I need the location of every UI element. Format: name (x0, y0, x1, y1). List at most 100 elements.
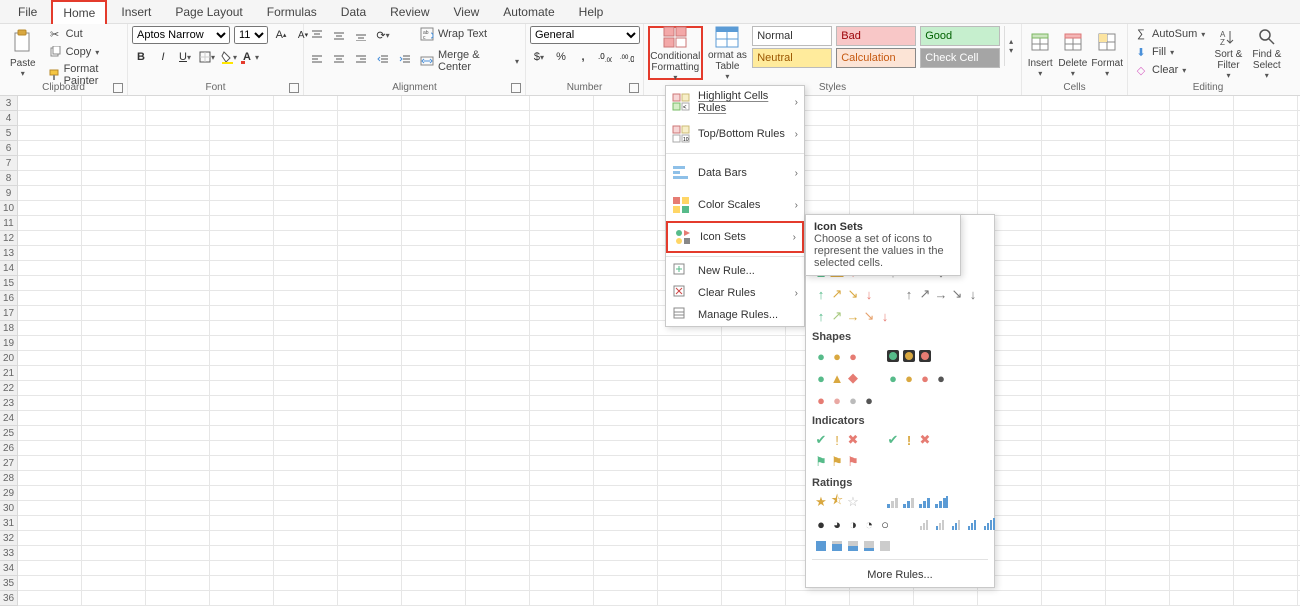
row-header[interactable]: 27 (0, 456, 18, 471)
clear-button[interactable]: ◇Clear ▾ (1132, 62, 1207, 78)
cf-top-bottom-rules[interactable]: 10 Top/Bottom Rules › (666, 118, 804, 150)
row-header[interactable]: 24 (0, 411, 18, 426)
iconset-3-symbols[interactable]: ✔!✖ (884, 431, 934, 449)
row-header[interactable]: 4 (0, 111, 18, 126)
insert-cells-button[interactable]: Insert▾ (1026, 26, 1054, 80)
row-header[interactable]: 29 (0, 486, 18, 501)
grow-font-icon[interactable]: A▴ (272, 26, 290, 44)
align-left-icon[interactable] (308, 50, 326, 68)
row-header[interactable]: 22 (0, 381, 18, 396)
iconset-3-signs[interactable]: ●▲◆ (812, 369, 862, 387)
iconset-red-to-black[interactable]: ●●●● (812, 391, 878, 409)
italic-button[interactable]: I (154, 48, 172, 66)
orientation-icon[interactable]: ⟳▾ (374, 26, 392, 44)
style-calculation[interactable]: Calculation (836, 48, 916, 68)
fill-button[interactable]: ⬇Fill ▾ (1132, 44, 1207, 60)
row-header[interactable]: 12 (0, 231, 18, 246)
tab-insert[interactable]: Insert (111, 1, 161, 23)
row-header[interactable]: 26 (0, 441, 18, 456)
iconset-5-arrows-gray[interactable]: ↑↗→↘↓ (900, 285, 982, 303)
cf-manage-rules[interactable]: Manage Rules... (666, 304, 804, 326)
row-header[interactable]: 21 (0, 366, 18, 381)
cells-area[interactable] (18, 96, 1300, 615)
autosum-button[interactable]: ∑AutoSum ▾ (1132, 26, 1207, 42)
iconset-4-ratings-bars[interactable] (884, 493, 950, 511)
row-header[interactable]: 8 (0, 171, 18, 186)
format-cells-button[interactable]: Format▾ (1091, 26, 1123, 80)
tab-review[interactable]: Review (380, 1, 439, 23)
cf-new-rule[interactable]: New Rule... (666, 260, 804, 282)
iconset-5-boxes[interactable] (812, 537, 894, 555)
font-color-button[interactable]: A ▾ (242, 48, 260, 66)
tab-help[interactable]: Help (569, 1, 614, 23)
format-as-table-button[interactable]: ormat as Table▾ (707, 26, 749, 80)
cf-clear-rules[interactable]: Clear Rules › (666, 282, 804, 304)
percent-format-icon[interactable]: % (552, 48, 570, 66)
tab-formulas[interactable]: Formulas (257, 1, 327, 23)
cf-icon-sets[interactable]: Icon Sets › (666, 221, 804, 253)
indent-decrease-icon[interactable] (374, 50, 392, 68)
row-header[interactable]: 20 (0, 351, 18, 366)
iconset-3-flags[interactable]: ⚑⚑⚑ (812, 453, 862, 471)
cf-color-scales[interactable]: Color Scales › (666, 189, 804, 221)
iconset-3-symbols-circled[interactable]: ✔!✖ (812, 431, 862, 449)
conditional-formatting-button[interactable]: Conditional Formatting▾ (648, 26, 703, 80)
cut-button[interactable]: ✂ Cut (46, 26, 123, 42)
row-header[interactable]: 16 (0, 291, 18, 306)
row-header[interactable]: 14 (0, 261, 18, 276)
style-neutral[interactable]: Neutral (752, 48, 832, 68)
paste-button[interactable]: Paste ▾ (4, 26, 42, 80)
row-header[interactable]: 6 (0, 141, 18, 156)
align-right-icon[interactable] (352, 50, 370, 68)
increase-decimal-icon[interactable]: .0.00 (596, 48, 614, 66)
iconset-5-arrows-color[interactable]: ↑↗→↘↓ (812, 307, 894, 325)
row-header[interactable]: 23 (0, 396, 18, 411)
row-header[interactable]: 25 (0, 426, 18, 441)
align-bottom-icon[interactable] (352, 26, 370, 44)
row-header[interactable]: 30 (0, 501, 18, 516)
row-header[interactable]: 3 (0, 96, 18, 111)
merge-center-button[interactable]: Merge & Center ▾ (418, 48, 521, 74)
tab-page-layout[interactable]: Page Layout (165, 1, 252, 23)
sort-filter-button[interactable]: AZ Sort & Filter▾ (1211, 26, 1245, 80)
clipboard-dlg-icon[interactable] (113, 83, 123, 93)
iconset-4-arrows-color[interactable]: ↑↗↘↓ (812, 285, 878, 303)
row-header[interactable]: 7 (0, 156, 18, 171)
worksheet-grid[interactable]: 3456789101112131415161718192021222324252… (0, 96, 1300, 615)
style-check-cell[interactable]: Check Cell (920, 48, 1000, 68)
tab-file[interactable]: File (8, 1, 47, 23)
bold-button[interactable]: B (132, 48, 150, 66)
tab-view[interactable]: View (444, 1, 490, 23)
font-name-select[interactable]: Aptos Narrow (132, 26, 230, 44)
find-select-button[interactable]: Find & Select▾ (1250, 26, 1284, 80)
style-bad[interactable]: Bad (836, 26, 916, 46)
styles-gallery-expand[interactable]: ▴▾ (1004, 26, 1017, 66)
tab-data[interactable]: Data (331, 1, 376, 23)
wrap-text-button[interactable]: abc Wrap Text (418, 26, 521, 42)
row-header[interactable]: 13 (0, 246, 18, 261)
row-header[interactable]: 31 (0, 516, 18, 531)
row-header[interactable]: 5 (0, 126, 18, 141)
comma-format-icon[interactable]: , (574, 48, 592, 66)
font-size-select[interactable]: 11 (234, 26, 268, 44)
row-header[interactable]: 35 (0, 576, 18, 591)
number-format-select[interactable]: General (530, 26, 640, 44)
iconset-5-quarters[interactable]: ●◕◑◔○ (812, 515, 894, 533)
style-normal[interactable]: Normal (752, 26, 832, 46)
row-header[interactable]: 19 (0, 336, 18, 351)
row-header[interactable]: 11 (0, 216, 18, 231)
underline-button[interactable]: U▾ (176, 48, 194, 66)
row-header[interactable]: 34 (0, 561, 18, 576)
borders-button[interactable]: ▾ (198, 48, 216, 66)
copy-button[interactable]: Copy ▾ (46, 44, 123, 60)
delete-cells-button[interactable]: Delete▾ (1058, 26, 1087, 80)
iconset-5-ratings-bars[interactable] (916, 515, 998, 533)
fill-color-button[interactable]: ▾ (220, 48, 238, 66)
alignment-dlg-icon[interactable] (511, 83, 521, 93)
style-good[interactable]: Good (920, 26, 1000, 46)
row-header[interactable]: 36 (0, 591, 18, 606)
cf-highlight-rules[interactable]: < Highlight Cells Rules › (666, 86, 804, 118)
row-header[interactable]: 28 (0, 471, 18, 486)
row-header[interactable]: 10 (0, 201, 18, 216)
cf-data-bars[interactable]: Data Bars › (666, 157, 804, 189)
